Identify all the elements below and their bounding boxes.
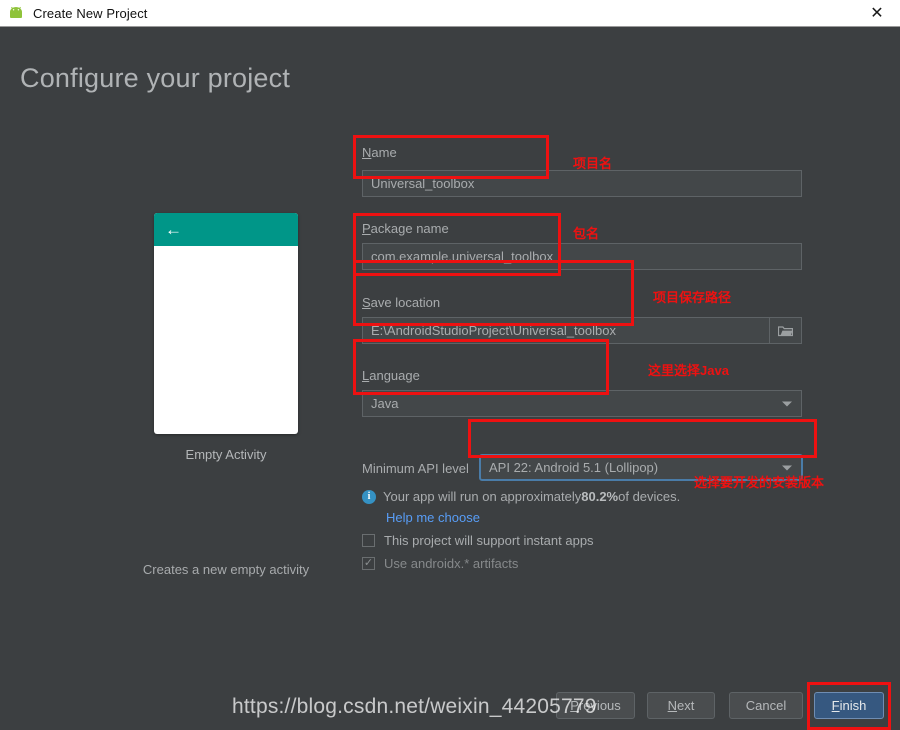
window-titlebar: Create New Project ✕ <box>0 0 900 27</box>
back-arrow-icon: ← <box>165 220 182 239</box>
android-robot-icon <box>7 5 25 21</box>
package-name-input[interactable]: com.example.universal_toolbox <box>362 243 802 270</box>
annotation-box-api-level <box>468 419 817 458</box>
device-coverage-prefix: Your app will run on approximately <box>383 489 582 504</box>
finish-button[interactable]: Finish <box>814 692 884 719</box>
info-icon: i <box>362 489 376 504</box>
androidx-label: Use androidx.* artifacts <box>384 556 519 571</box>
template-description: Creates a new empty activity <box>142 562 310 577</box>
name-input[interactable]: Universal_toolbox <box>362 170 802 197</box>
template-preview: ← <box>154 213 298 434</box>
androidx-checkbox-row[interactable]: ✓ Use androidx.* artifacts <box>362 556 518 571</box>
cancel-button[interactable]: Cancel <box>729 692 803 719</box>
min-api-label: Minimum API level <box>362 461 469 476</box>
annotation-label-save-location: 项目保存路径 <box>653 290 732 305</box>
save-location-label: Save location <box>362 295 441 310</box>
instant-apps-checkbox-row[interactable]: This project will support instant apps <box>362 533 594 548</box>
help-me-choose-link[interactable]: Help me choose <box>386 510 480 525</box>
dialog-body: Configure your project ← Empty Activity … <box>0 27 900 730</box>
next-button[interactable]: Next <box>647 692 715 719</box>
language-value: Java <box>371 396 399 411</box>
annotation-label-language: 这里选择Java <box>648 363 729 378</box>
chevron-down-icon <box>782 401 792 406</box>
folder-icon[interactable] <box>770 317 802 344</box>
save-location-input[interactable]: E:\AndroidStudioProject\Universal_toolbo… <box>362 317 770 344</box>
min-api-select[interactable]: API 22: Android 5.1 (Lollipop) <box>479 454 803 481</box>
page-title: Configure your project <box>20 63 291 93</box>
annotation-box-language <box>353 339 609 395</box>
previous-button[interactable]: Previous <box>556 692 635 719</box>
package-name-label: Package name <box>362 221 449 236</box>
template-name: Empty Activity <box>185 447 267 462</box>
min-api-value: API 22: Android 5.1 (Lollipop) <box>489 460 659 475</box>
androidx-checkbox[interactable]: ✓ <box>362 557 375 570</box>
device-coverage-suffix: of devices. <box>618 489 681 504</box>
instant-apps-checkbox[interactable] <box>362 534 375 547</box>
language-label: Language <box>362 368 420 383</box>
language-select[interactable]: Java <box>362 390 802 417</box>
instant-apps-label: This project will support instant apps <box>384 533 594 548</box>
device-coverage-percent: 80.2% <box>581 489 619 504</box>
chevron-down-icon <box>782 465 792 470</box>
close-icon[interactable]: ✕ <box>854 0 900 26</box>
window-title: Create New Project <box>33 5 148 21</box>
annotation-label-package: 包名 <box>573 226 600 241</box>
device-coverage-info: i Your app will run on approximately 80.… <box>362 489 680 504</box>
preview-appbar: ← <box>154 213 298 246</box>
name-label: Name <box>362 145 397 160</box>
